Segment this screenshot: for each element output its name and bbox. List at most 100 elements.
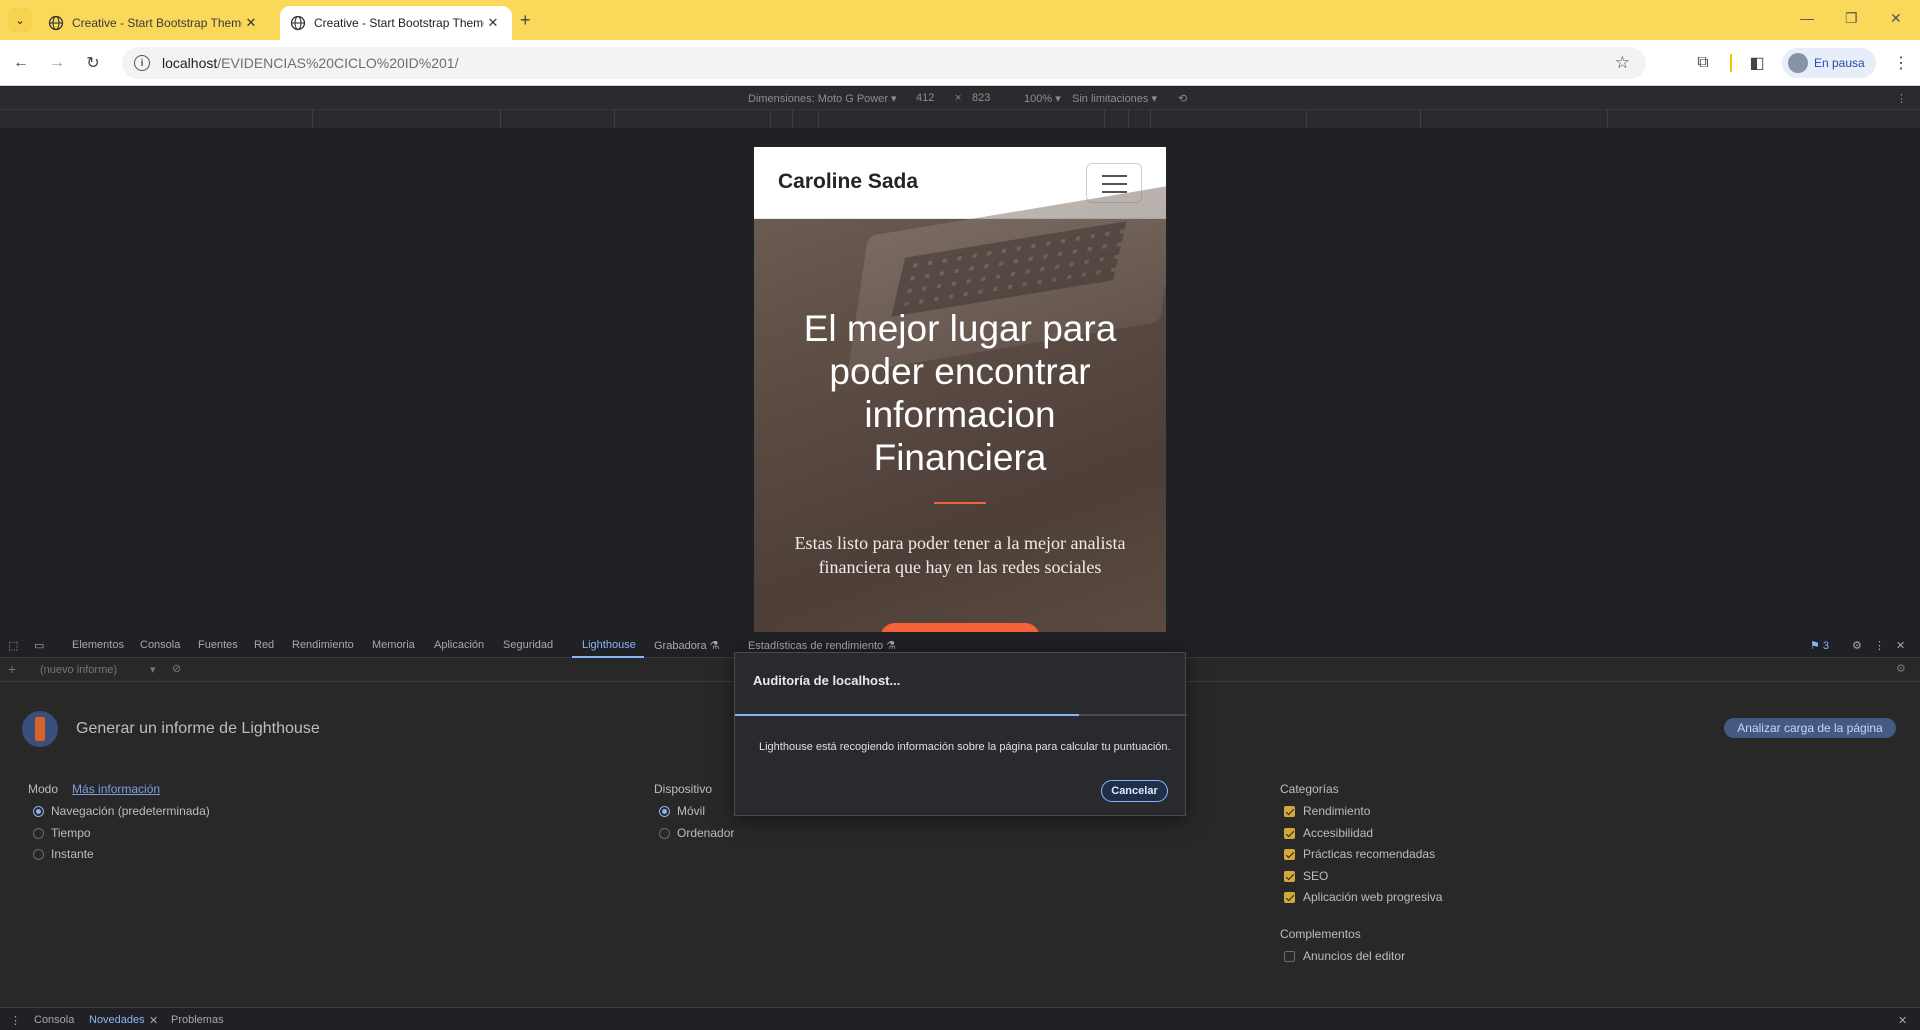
device-section: Dispositivo [654, 782, 712, 796]
radio-icon[interactable] [33, 848, 44, 860]
reload-icon[interactable]: ↻ [82, 52, 104, 74]
device-option-mobile[interactable]: Móvil [659, 804, 705, 818]
option-label: Tiempo [51, 826, 91, 840]
tab-elementos[interactable]: Elementos [72, 639, 124, 651]
plugins-label: Complementos [1280, 927, 1361, 941]
forward-icon[interactable]: → [46, 52, 68, 74]
zoom-select[interactable]: 100% ▾ [1024, 92, 1061, 105]
issues-counter[interactable]: ⚑ 3 [1810, 639, 1829, 652]
cancel-button[interactable]: Cancelar [1101, 780, 1168, 802]
extensions-icon[interactable]: ⧉ [1692, 52, 1714, 74]
close-icon[interactable]: ✕ [242, 15, 260, 31]
option-label: Rendimiento [1303, 804, 1371, 818]
hero-divider [934, 502, 986, 504]
address-bar[interactable]: i localhost/EVIDENCIAS%20CICLO%20ID%201/… [122, 47, 1646, 79]
checkbox-icon[interactable] [1284, 870, 1295, 882]
tab-inactive[interactable]: Creative - Start Bootstrap Theme ✕ [38, 6, 270, 40]
drawer-menu-icon[interactable]: ⋮ [10, 1014, 21, 1027]
avatar [1788, 53, 1808, 73]
close-icon[interactable]: ✕ [149, 1014, 158, 1027]
option-label: Aplicación web progresiva [1303, 890, 1443, 904]
category-seo[interactable]: SEO [1284, 869, 1328, 883]
checkbox-icon[interactable] [1284, 891, 1295, 903]
info-icon[interactable]: i [134, 55, 150, 71]
category-accessibility[interactable]: Accesibilidad [1284, 826, 1373, 840]
dialog-title: Auditoría de localhost... [753, 673, 901, 688]
emulated-page: Caroline Sada El mejor lugar para poder … [754, 147, 1166, 632]
close-drawer-icon[interactable]: ✕ [1898, 1014, 1907, 1027]
new-tab-icon[interactable]: + [520, 10, 531, 31]
lighthouse-settings-icon[interactable]: ⚙ [1896, 662, 1906, 675]
mode-learn-more-link[interactable]: Más información [72, 782, 160, 796]
drawer-tab-consola[interactable]: Consola [34, 1014, 74, 1026]
radio-icon[interactable] [659, 827, 670, 839]
category-pwa[interactable]: Aplicación web progresiva [1284, 890, 1442, 904]
add-report-icon[interactable]: + [8, 661, 16, 677]
mode-option-timespan[interactable]: Tiempo [33, 826, 91, 840]
profile-label: En pausa [1814, 56, 1865, 70]
drawer-tab-problemas[interactable]: Problemas [171, 1014, 224, 1026]
clear-icon[interactable]: ⊘ [172, 662, 181, 675]
checkbox-icon[interactable] [1284, 950, 1295, 962]
device-menu-icon[interactable]: ⋮ [1896, 92, 1907, 105]
devtools-drawer-bar: ⋮ Consola Novedades ✕ Problemas ✕ [0, 1007, 1920, 1030]
device-toggle-icon[interactable]: ▭ [34, 639, 44, 652]
drawer-tab-novedades[interactable]: Novedades [89, 1014, 145, 1026]
option-label: Instante [51, 847, 94, 861]
device-width-input[interactable]: 412 [916, 92, 934, 104]
radio-icon[interactable] [33, 827, 44, 839]
globe-icon [48, 15, 64, 31]
side-panel-icon[interactable]: ◧ [1746, 52, 1768, 74]
tab-list-icon[interactable]: ⌄ [8, 8, 32, 32]
browser-toolbar: ← → ↻ i localhost/EVIDENCIAS%20CICLO%20I… [0, 40, 1920, 86]
inspect-icon[interactable]: ⬚ [8, 639, 18, 652]
tab-estadisticas[interactable]: Estadísticas de rendimiento ⚗ [748, 639, 896, 652]
star-icon[interactable]: ☆ [1615, 53, 1630, 73]
tab-grabadora[interactable]: Grabadora ⚗ [654, 639, 720, 652]
site-brand[interactable]: Caroline Sada [778, 170, 918, 194]
maximize-icon[interactable]: ❐ [1845, 10, 1858, 27]
close-devtools-icon[interactable]: ✕ [1896, 639, 1905, 652]
close-window-icon[interactable]: ✕ [1890, 10, 1902, 27]
tab-consola[interactable]: Consola [140, 639, 180, 651]
option-label: Accesibilidad [1303, 826, 1374, 840]
tab-red[interactable]: Red [254, 639, 274, 651]
devtools-menu-icon[interactable]: ⋮ [1874, 639, 1885, 652]
tab-lighthouse[interactable]: Lighthouse [582, 639, 636, 651]
tab-title: Creative - Start Bootstrap Theme [72, 16, 242, 30]
settings-icon[interactable]: ⚙ [1852, 639, 1862, 652]
tab-memoria[interactable]: Memoria [372, 639, 415, 651]
plugin-publisher-ads[interactable]: Anuncios del editor [1284, 949, 1405, 963]
tab-fuentes[interactable]: Fuentes [198, 639, 238, 651]
option-label: Ordenador [677, 826, 735, 840]
mode-option-navigation[interactable]: Navegación (predeterminada) [33, 804, 210, 818]
analyze-button[interactable]: Analizar carga de la página [1724, 718, 1896, 738]
hero-cta-button[interactable] [880, 623, 1040, 632]
chevron-down-icon[interactable]: ▾ [150, 663, 156, 676]
report-select[interactable]: (nuevo informe) [40, 664, 117, 676]
device-height-input[interactable]: 823 [972, 92, 990, 104]
throttle-select[interactable]: Sin limitaciones ▾ [1072, 92, 1157, 105]
mode-option-snapshot[interactable]: Instante [33, 847, 94, 861]
checkbox-icon[interactable] [1284, 827, 1295, 839]
tab-aplicacion[interactable]: Aplicación [434, 639, 484, 651]
category-performance[interactable]: Rendimiento [1284, 804, 1370, 818]
checkbox-icon[interactable] [1284, 805, 1295, 817]
tab-active[interactable]: Creative - Start Bootstrap Theme ✕ [280, 6, 512, 40]
device-dimensions-select[interactable]: Dimensiones: Moto G Power ▾ [748, 92, 897, 105]
close-icon[interactable]: ✕ [484, 15, 502, 31]
tab-seguridad[interactable]: Seguridad [503, 639, 553, 651]
radio-icon[interactable] [659, 805, 670, 817]
lighthouse-header: Generar un informe de Lighthouse [22, 711, 320, 747]
tab-rendimiento[interactable]: Rendimiento [292, 639, 354, 651]
minimize-icon[interactable]: — [1800, 10, 1814, 26]
back-icon[interactable]: ← [10, 52, 32, 74]
checkbox-icon[interactable] [1284, 848, 1295, 860]
rotate-icon[interactable]: ⟲ [1178, 92, 1187, 105]
profile-button[interactable]: En pausa [1782, 48, 1876, 78]
device-option-desktop[interactable]: Ordenador [659, 826, 734, 840]
radio-icon[interactable] [33, 805, 44, 817]
url-path: /EVIDENCIAS%20CICLO%20ID%201/ [217, 55, 459, 71]
kebab-menu-icon[interactable]: ⋮ [1890, 52, 1912, 74]
category-best-practices[interactable]: Prácticas recomendadas [1284, 847, 1435, 861]
